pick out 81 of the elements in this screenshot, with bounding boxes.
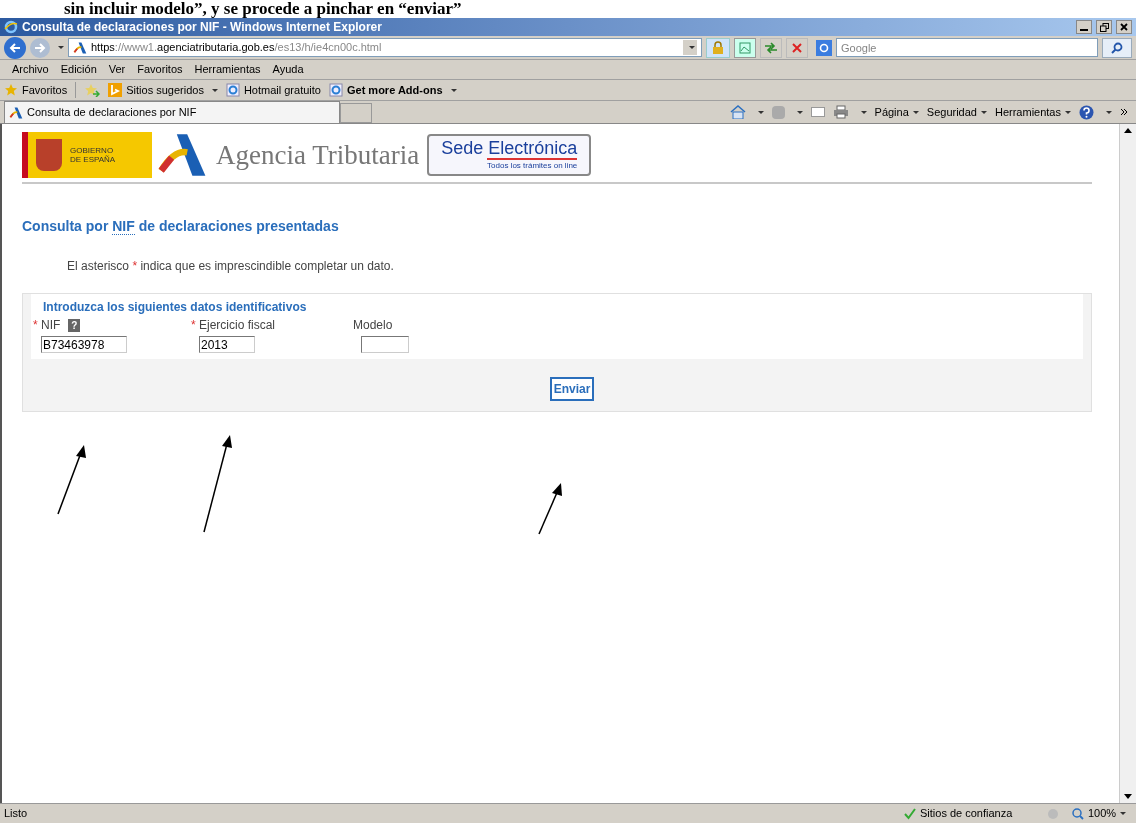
command-menu[interactable]: Herramientas bbox=[994, 103, 1071, 121]
refresh-icon[interactable] bbox=[760, 37, 782, 58]
bing-icon bbox=[108, 83, 123, 97]
star-icon bbox=[4, 83, 18, 97]
checkmark-icon bbox=[904, 807, 916, 820]
menu-item[interactable]: Ver bbox=[108, 61, 126, 78]
help-icon[interactable] bbox=[1079, 104, 1094, 120]
arrow-drawing bbox=[537, 482, 565, 536]
print-icon[interactable] bbox=[832, 105, 849, 119]
caret-icon bbox=[757, 110, 764, 114]
restore-button[interactable] bbox=[1096, 20, 1112, 34]
agency-name: Agencia Tributaria bbox=[216, 138, 420, 172]
minimize-button[interactable] bbox=[1076, 20, 1092, 34]
zoom-level[interactable]: 100% bbox=[1084, 805, 1131, 822]
page-e-icon bbox=[225, 83, 240, 97]
government-logo: GOBIERNO DE ESPAÑA bbox=[22, 132, 152, 178]
caret-icon bbox=[796, 110, 803, 114]
text-field[interactable]: B73463978 bbox=[41, 336, 127, 353]
close-icon bbox=[1120, 23, 1128, 31]
menu-item[interactable]: Ayuda bbox=[272, 61, 304, 78]
menu-item[interactable]: Herramientas bbox=[194, 61, 261, 78]
agency-logo-icon bbox=[9, 105, 23, 120]
search-button[interactable] bbox=[1102, 37, 1132, 58]
menu-item[interactable]: Edición bbox=[60, 61, 97, 78]
search-engine-icon bbox=[816, 39, 832, 56]
menu-item[interactable]: Favoritos bbox=[137, 61, 183, 78]
favorites-button[interactable]: Favoritos bbox=[4, 81, 68, 99]
caret-icon bbox=[980, 110, 987, 114]
home-icon[interactable] bbox=[729, 105, 746, 119]
search-field[interactable]: Google bbox=[836, 38, 1098, 57]
scroll-up-icon[interactable] bbox=[1124, 128, 1132, 133]
window-title: Consulta de declaraciones por NIF - Windows Internet Explorer bbox=[22, 19, 383, 36]
back-button[interactable] bbox=[4, 36, 26, 59]
text-field[interactable] bbox=[361, 336, 409, 353]
caret-icon bbox=[1120, 812, 1127, 815]
submit-button[interactable]: Enviar bbox=[549, 377, 595, 401]
security-zone: Sitios de confianza bbox=[919, 806, 1014, 822]
text-field[interactable]: 2013 bbox=[199, 336, 255, 353]
lock-icon[interactable] bbox=[706, 37, 730, 58]
field-label: * NIF bbox=[33, 317, 61, 334]
chevron-icon[interactable] bbox=[1120, 108, 1128, 116]
caret-icon bbox=[1106, 110, 1112, 114]
command-menu[interactable]: Seguridad bbox=[926, 103, 987, 121]
menu-item[interactable]: Archivo bbox=[12, 61, 49, 78]
scrollbar[interactable] bbox=[1119, 124, 1136, 803]
minimize-icon bbox=[1080, 29, 1088, 31]
favorites-link[interactable]: Sitios sugeridos bbox=[108, 81, 218, 99]
caret-icon bbox=[912, 110, 919, 114]
caret-icon bbox=[860, 110, 867, 114]
command-menu[interactable]: Página bbox=[874, 103, 919, 121]
back-arrow-icon bbox=[9, 42, 21, 53]
caret-icon bbox=[211, 88, 218, 92]
magnifier-icon bbox=[1072, 807, 1084, 820]
page-e-icon bbox=[328, 83, 343, 97]
close-button[interactable] bbox=[1116, 20, 1132, 34]
favorites-link[interactable]: Hotmail gratuito bbox=[225, 81, 321, 99]
stop-icon[interactable] bbox=[786, 37, 808, 58]
address-field[interactable]: https://www1.agenciatributaria.gob.es/es13/h/ie4cn00c.html bbox=[68, 38, 702, 57]
arrow-drawing bbox=[56, 444, 88, 516]
form-section-title: Introduzca los siguientes datos identificativos bbox=[43, 299, 308, 316]
favorites-link[interactable]: Get more Add-ons bbox=[328, 81, 457, 99]
caret-icon bbox=[450, 88, 457, 92]
browser-e-icon bbox=[4, 20, 18, 34]
page-heading: Consulta por NIF de declaraciones presentadas bbox=[22, 217, 340, 237]
scroll-down-icon[interactable] bbox=[1124, 794, 1132, 799]
caret-icon bbox=[689, 46, 695, 49]
sede-logo: Sede Electrónica Todos los trámites on line bbox=[427, 134, 592, 176]
status-text: Listo bbox=[3, 806, 29, 822]
caret-icon bbox=[1065, 110, 1071, 114]
search-icon bbox=[1111, 41, 1123, 54]
forward-arrow-icon bbox=[34, 42, 46, 53]
url-text: https://www1.agenciatributaria.gob.es/es13/h/ie4cn00c.html bbox=[91, 40, 382, 56]
browser-tab[interactable]: Consulta de declaraciones por NIF bbox=[4, 101, 340, 123]
field-label: Modelo bbox=[353, 317, 393, 334]
agency-logo-icon bbox=[73, 40, 87, 55]
required-note: El asterisco * indica que es imprescindible completar un dato. bbox=[67, 258, 395, 275]
field-label: * Ejercicio fiscal bbox=[191, 317, 276, 334]
restore-icon bbox=[1099, 22, 1109, 32]
caret-icon bbox=[58, 46, 64, 49]
document-caption: sin incluir modelo”, y se procede a pinchar en “enviar” bbox=[0, 0, 1136, 18]
help-button[interactable]: ? bbox=[68, 318, 81, 332]
